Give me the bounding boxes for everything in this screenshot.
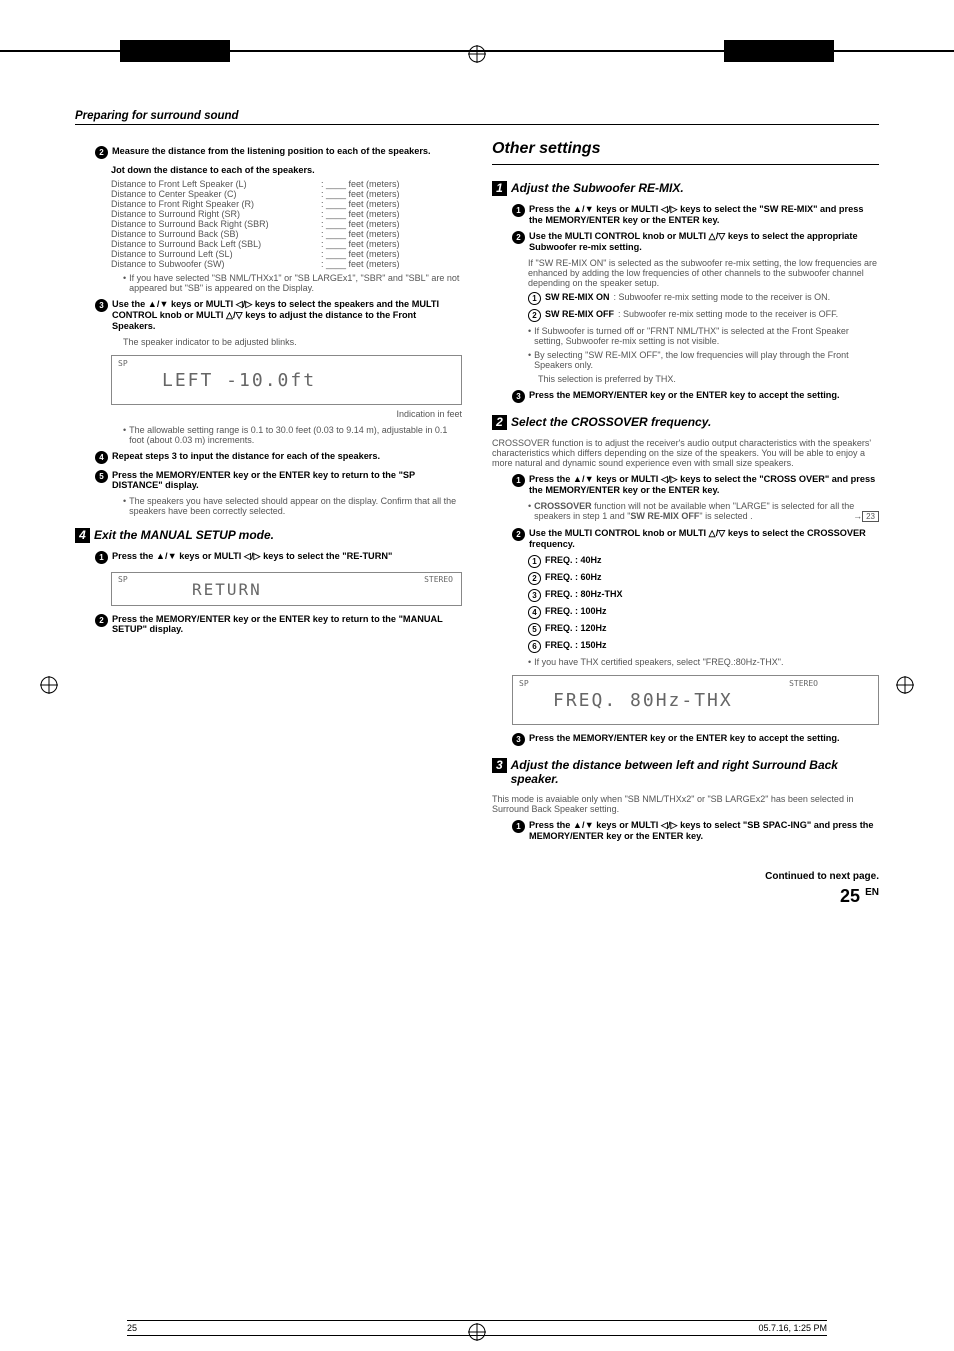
note-text: The speaker indicator to be adjusted bli…	[123, 337, 462, 347]
lcd-display: SP STEREO FREQ. 80Hz-THX	[512, 675, 879, 725]
option-number: 4	[528, 606, 541, 619]
page-link: 23	[862, 511, 879, 522]
step-number: 1	[512, 204, 525, 217]
option-number: 1	[528, 555, 541, 568]
step-text: Use the MULTI CONTROL knob or MULTI △/▽ …	[529, 231, 879, 252]
step-number: 3	[512, 733, 525, 746]
option-number: 6	[528, 640, 541, 653]
bullet-text: If Subwoofer is turned off or "FRNT NML/…	[534, 326, 879, 346]
option-number: 1	[528, 292, 541, 305]
step-text: Press the MEMORY/ENTER key or the ENTER …	[112, 470, 462, 490]
crop-mark-icon	[40, 676, 58, 694]
bullet-text: By selecting "SW RE-MIX OFF", the low fr…	[534, 350, 879, 370]
major-step: 2Select the CROSSOVER frequency.	[492, 415, 879, 430]
bullet-text: If you have THX certified speakers, sele…	[534, 657, 783, 667]
left-column: 2 Measure the distance from the listening…	[75, 140, 462, 907]
step-text: Press the ▲/▼ keys or MULTI ◁/▷ keys to …	[529, 474, 879, 495]
note-text: This selection is preferred by THX.	[538, 374, 879, 384]
option-number: 5	[528, 623, 541, 636]
term: SW RE-MIX OFF	[545, 309, 614, 322]
step-text: Press the MEMORY/ENTER key or the ENTER …	[112, 614, 462, 634]
major-step: 1Adjust the Subwoofer RE-MIX.	[492, 181, 879, 196]
step-number: 2	[95, 614, 108, 627]
freq-option: 3FREQ. : 80Hz-THX	[528, 589, 879, 602]
distance-row: Distance to Surround Left (SL)feet (mete…	[111, 249, 462, 259]
step-number: 3	[512, 390, 525, 403]
distance-row: Distance to Surround Right (SR)feet (met…	[111, 209, 462, 219]
freq-option: 6FREQ. : 150Hz	[528, 640, 879, 653]
step-text: Measure the distance from the listening …	[112, 146, 462, 159]
step-text: Press the MEMORY/ENTER key or the ENTER …	[529, 733, 879, 746]
distance-row: Distance to Subwoofer (SW)feet (meters)	[111, 259, 462, 269]
step-number: 3	[95, 299, 108, 312]
major-step: 3Adjust the distance between left and ri…	[492, 758, 879, 786]
bullet-text: If you have selected "SB NML/THXx1" or "…	[129, 273, 462, 293]
footer: 25 05.7.16, 1:25 PM	[127, 1320, 827, 1336]
crop-mark-icon	[468, 45, 486, 63]
bullet-text: CROSSOVER function will not be available…	[534, 501, 879, 522]
freq-option: 2FREQ. : 60Hz	[528, 572, 879, 585]
crop-mark-icon	[896, 676, 914, 694]
distance-row: Distance to Front Right Speaker (R)feet …	[111, 199, 462, 209]
bullet-text: The allowable setting range is 0.1 to 30…	[129, 425, 462, 445]
term: SW RE-MIX ON	[545, 292, 610, 305]
definition: : Subwoofer re-mix setting mode to the r…	[614, 292, 831, 305]
intro-text: This mode is avaiable only when "SB NML/…	[492, 794, 879, 814]
step-text: Use the ▲/▼ keys or MULTI ◁/▷ keys to se…	[112, 299, 462, 331]
distance-row: Distance to Surround Back (SB)feet (mete…	[111, 229, 462, 239]
continued-text: Continued to next page.	[492, 871, 879, 882]
distance-row: Distance to Surround Back Right (SBR)fee…	[111, 219, 462, 229]
step-number: 2	[512, 528, 525, 541]
step-number: 2	[512, 231, 525, 244]
option-number: 2	[528, 572, 541, 585]
freq-option: 5FREQ. : 120Hz	[528, 623, 879, 636]
note-text: If "SW RE-MIX ON" is selected as the sub…	[528, 258, 879, 288]
distance-row: Distance to Surround Back Left (SBL)feet…	[111, 239, 462, 249]
lcd-display: SP LEFT -10.0ft	[111, 355, 462, 405]
step-number: 1	[95, 551, 108, 564]
jot-heading: Jot down the distance to each of the spe…	[111, 165, 462, 175]
option-number: 3	[528, 589, 541, 602]
bullet-text: The speakers you have selected should ap…	[129, 496, 462, 516]
step-number: 4	[95, 451, 108, 464]
main-title: Other settings	[492, 140, 879, 165]
footer-page: 25	[127, 1323, 137, 1333]
distance-table: Distance to Front Left Speaker (L)feet (…	[111, 179, 462, 269]
caption: Indication in feet	[95, 409, 462, 419]
distance-row: Distance to Center Speaker (C)feet (mete…	[111, 189, 462, 199]
freq-option: 4FREQ. : 100Hz	[528, 606, 879, 619]
lcd-display: SP STEREO RETURN	[111, 572, 462, 606]
footer-date: 05.7.16, 1:25 PM	[758, 1323, 827, 1333]
distance-row: Distance to Front Left Speaker (L)feet (…	[111, 179, 462, 189]
right-column: Other settings 1Adjust the Subwoofer RE-…	[492, 140, 879, 907]
step-number: 1	[512, 474, 525, 487]
freq-option: 1FREQ. : 40Hz	[528, 555, 879, 568]
step-text: Press the MEMORY/ENTER key or the ENTER …	[529, 390, 879, 403]
definition: : Subwoofer re-mix setting mode to the r…	[618, 309, 838, 322]
step-text: Use the MULTI CONTROL knob or MULTI △/▽ …	[529, 528, 879, 549]
step-text: Press the ▲/▼ keys or MULTI ◁/▷ keys to …	[112, 551, 462, 564]
option-number: 2	[528, 309, 541, 322]
step-text: Press the ▲/▼ keys or MULTI ◁/▷ keys to …	[529, 820, 879, 841]
step-number: 1	[512, 820, 525, 833]
intro-text: CROSSOVER function is to adjust the rece…	[492, 438, 879, 468]
section-header: Preparing for surround sound	[75, 110, 879, 125]
step-text: Repeat steps 3 to input the distance for…	[112, 451, 462, 464]
step-number: 5	[95, 470, 108, 483]
major-step: 4Exit the MANUAL SETUP mode.	[75, 528, 462, 543]
step-number: 2	[95, 146, 108, 159]
page-number: 25 EN	[492, 886, 879, 907]
step-text: Press the ▲/▼ keys or MULTI ◁/▷ keys to …	[529, 204, 879, 225]
